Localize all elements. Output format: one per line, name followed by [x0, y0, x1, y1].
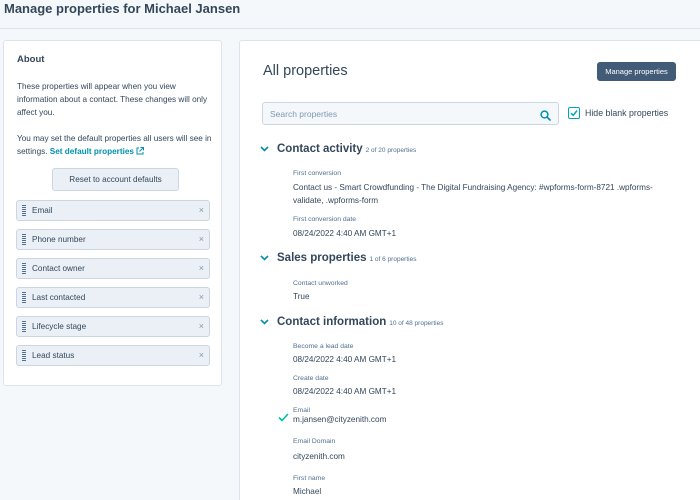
close-icon[interactable]: × — [199, 321, 204, 331]
field-value-become-lead-date[interactable]: 08/24/2022 4:40 AM GMT+1 — [293, 354, 673, 367]
manage-properties-button[interactable]: Manage properties — [597, 62, 676, 81]
field-value-email-domain[interactable]: cityzenith.com — [293, 451, 673, 464]
section-title: Contact activity 2 of 20 properties — [277, 143, 416, 155]
default-properties-note: You may set the default properties all u… — [17, 132, 213, 159]
field-value-email[interactable]: m.jansen@cityzenith.com — [293, 414, 673, 427]
field-label-become-lead-date: Become a lead date — [293, 343, 354, 350]
property-chip-label: Last contacted — [32, 293, 86, 302]
field-value-create-date[interactable]: 08/24/2022 4:40 AM GMT+1 — [293, 386, 673, 399]
property-chip-email[interactable]: Email × — [16, 200, 210, 221]
property-chip-lead-status[interactable]: Lead status × — [16, 345, 210, 366]
search-icon[interactable] — [540, 108, 551, 126]
set-default-properties-link[interactable]: Set default properties — [50, 147, 144, 156]
field-value-first-conversion-date[interactable]: 08/24/2022 4:40 AM GMT+1 — [293, 228, 673, 241]
field-value-first-conversion[interactable]: Contact us - Smart Crowdfunding - The Di… — [293, 182, 673, 207]
close-icon[interactable]: × — [199, 263, 204, 273]
field-label-first-conversion-date: First conversion date — [293, 216, 357, 223]
drag-handle-icon[interactable] — [22, 205, 26, 216]
all-properties-title: All properties — [263, 63, 348, 79]
section-count: 2 of 20 properties — [365, 147, 417, 154]
search-box — [262, 102, 559, 125]
section-count: 1 of 6 properties — [369, 256, 417, 263]
field-value-contact-unworked[interactable]: True — [293, 291, 673, 304]
drag-handle-icon[interactable] — [22, 292, 26, 303]
property-chip-phone-number[interactable]: Phone number × — [16, 229, 210, 250]
section-title: Contact information 10 of 48 properties — [277, 316, 443, 328]
field-label-contact-unworked: Contact unworked — [293, 280, 348, 287]
field-label-email-domain: Email Domain — [293, 438, 336, 445]
close-icon[interactable]: × — [199, 350, 204, 360]
drag-handle-icon[interactable] — [22, 321, 26, 332]
about-panel: About These properties will appear when … — [3, 40, 222, 386]
about-heading: About — [17, 54, 45, 65]
chevron-down-icon — [260, 146, 269, 152]
property-chip-label: Contact owner — [32, 264, 85, 273]
field-value-first-name[interactable]: Michael — [293, 486, 673, 499]
search-input[interactable] — [263, 103, 533, 124]
reset-to-defaults-button[interactable]: Reset to account defaults — [52, 168, 179, 191]
checkmark-icon — [570, 110, 578, 117]
section-count: 10 of 48 properties — [389, 320, 444, 327]
checkmark-icon — [278, 413, 289, 422]
property-chip-last-contacted[interactable]: Last contacted × — [16, 287, 210, 308]
page-title: Manage properties for Michael Jansen — [4, 1, 241, 16]
property-chip-contact-owner[interactable]: Contact owner × — [16, 258, 210, 279]
property-chip-lifecycle-stage[interactable]: Lifecycle stage × — [16, 316, 210, 337]
hide-blank-label[interactable]: Hide blank properties — [585, 108, 668, 118]
field-label-create-date: Create date — [293, 375, 329, 382]
property-chip-label: Email — [32, 206, 53, 215]
close-icon[interactable]: × — [199, 205, 204, 215]
section-title-text: Contact information — [277, 316, 387, 328]
chevron-down-icon — [260, 255, 269, 261]
section-title-text: Contact activity — [277, 143, 363, 155]
field-label-email: Email — [293, 407, 310, 414]
about-description: These properties will appear when you vi… — [17, 82, 208, 117]
field-label-first-name: First name — [293, 475, 326, 482]
drag-handle-icon[interactable] — [22, 234, 26, 245]
hide-blank-checkbox[interactable] — [568, 107, 580, 119]
page-header: Manage properties for Michael Jansen — [0, 0, 700, 29]
external-link-icon — [136, 146, 144, 159]
section-title-text: Sales properties — [277, 252, 367, 264]
chevron-down-icon — [260, 319, 269, 325]
property-chip-label: Lifecycle stage — [32, 322, 87, 331]
drag-handle-icon[interactable] — [22, 263, 26, 274]
close-icon[interactable]: × — [199, 292, 204, 302]
property-chip-label: Lead status — [32, 351, 75, 360]
field-label-first-conversion: First conversion — [293, 170, 341, 177]
property-chip-label: Phone number — [32, 235, 86, 244]
drag-handle-icon[interactable] — [22, 350, 26, 361]
close-icon[interactable]: × — [199, 234, 204, 244]
section-title: Sales properties 1 of 6 properties — [277, 252, 416, 264]
all-properties-panel: All properties Manage properties Hide bl… — [239, 40, 700, 500]
set-default-properties-link-label: Set default properties — [49, 147, 134, 156]
